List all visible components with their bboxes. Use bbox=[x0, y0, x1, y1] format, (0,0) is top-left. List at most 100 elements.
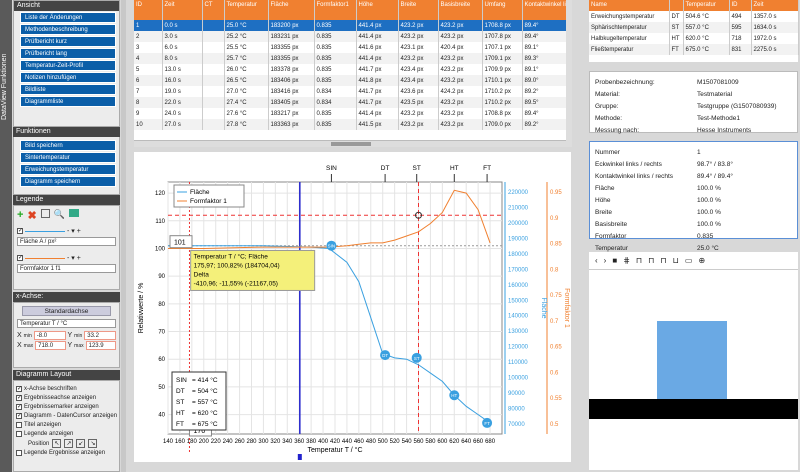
layout-check[interactable]: ✓ Diagramm - DatenCursor anzeigen bbox=[14, 411, 119, 420]
legend-select-2[interactable]: Formfaktor 1 f1 bbox=[17, 264, 116, 273]
column-header[interactable]: Zeit bbox=[751, 0, 799, 11]
ymin-input[interactable]: 33.2 bbox=[84, 331, 116, 340]
checkbox-icon[interactable] bbox=[16, 421, 22, 428]
layout-check[interactable]: Legende anzeigen bbox=[14, 429, 119, 438]
column-header[interactable]: Breite bbox=[398, 0, 439, 20]
check-icon[interactable]: ✓ bbox=[17, 255, 23, 261]
column-header[interactable]: Fläche bbox=[268, 0, 315, 20]
ansicht-button[interactable]: Prüfbericht kurz bbox=[20, 36, 116, 47]
table-row[interactable]: 3 6.0 s 25.5 °C 183355 px 0.835 441.6 px 423.1… bbox=[134, 42, 567, 53]
funktion-button[interactable]: Sintertemperatur bbox=[20, 152, 116, 163]
table-row[interactable]: 7 19.0 s 27.0 °C 183416 px 0.834 441.7 px 423.… bbox=[134, 86, 567, 97]
checkbox-icon[interactable]: ✓ bbox=[16, 412, 22, 419]
table-row[interactable]: 8 22.0 s 27.4 °C 183405 px 0.834 441.7 px 423.… bbox=[134, 97, 567, 108]
checkbox-icon[interactable]: ✓ bbox=[16, 394, 22, 401]
checkbox-icon[interactable]: ✓ bbox=[16, 385, 22, 392]
funktion-button[interactable]: Erweichungstemperatur bbox=[20, 164, 116, 175]
table-row[interactable]: Sphärischtemperatur ST 557.0 °C 595 1634.0 s bbox=[589, 22, 799, 33]
table-vscrollbar[interactable] bbox=[566, 0, 572, 147]
pos-nw-icon[interactable]: ↖ bbox=[52, 439, 62, 448]
chart-svg[interactable]: 140 160 180 200 220 240 260 280 300 320 340 360 380 4… bbox=[134, 152, 571, 462]
column-header[interactable] bbox=[669, 0, 684, 11]
table-hscrollbar[interactable] bbox=[134, 140, 567, 147]
prev-icon[interactable]: ‹ bbox=[595, 256, 598, 265]
column-header[interactable]: ID bbox=[134, 0, 163, 20]
layout-check[interactable]: ✓ Ergebnisseachse anzeigen bbox=[14, 393, 119, 402]
contour-icon[interactable]: ⊓ bbox=[636, 256, 642, 265]
zoom-icon[interactable]: 🔍 bbox=[54, 209, 65, 222]
scroll-thumb[interactable] bbox=[330, 142, 371, 146]
layout-check[interactable]: Titel anzeigen bbox=[14, 420, 119, 429]
zoom-icon[interactable]: ⊕ bbox=[698, 256, 705, 265]
y3-axis-label: Formfaktor 1 bbox=[563, 288, 570, 328]
xmax-input[interactable]: 718.0 bbox=[35, 341, 66, 350]
table-row[interactable]: Erweichungstemperatur DT 504.6 °C 494 1357.0… bbox=[589, 11, 799, 22]
pos-ne-icon[interactable]: ↗ bbox=[64, 439, 74, 448]
column-header[interactable]: Basisbreite bbox=[438, 0, 483, 20]
column-header[interactable]: ID bbox=[729, 0, 752, 11]
checkbox-icon[interactable]: ✓ bbox=[16, 403, 22, 410]
left-scrollbar[interactable] bbox=[121, 0, 126, 472]
column-header[interactable]: Temperatur bbox=[224, 0, 269, 20]
grid-icon[interactable]: ⋕ bbox=[623, 256, 630, 265]
table-cell: 0.0 s bbox=[162, 20, 203, 31]
table-row[interactable]: 2 3.0 s 25.2 °C 183231 px 0.835 441.4 px 423.2… bbox=[134, 31, 567, 42]
table-row[interactable]: Fließtemperatur FT 675.0 °C 831 2275.0 s bbox=[589, 44, 799, 55]
table-row[interactable]: 4 8.0 s 25.7 °C 183355 px 0.835 441.4 px 423.2… bbox=[134, 53, 567, 64]
fit-icon[interactable]: ▭ bbox=[685, 256, 693, 265]
legend-row-1[interactable]: ✓ - ▾ + bbox=[17, 227, 116, 235]
column-header[interactable]: Zeit bbox=[162, 0, 203, 20]
marker-summary-val: = 504 °C bbox=[192, 387, 218, 395]
ansicht-button[interactable]: Temperatur-Zeit-Profil bbox=[20, 60, 116, 71]
checkbox-icon[interactable] bbox=[16, 430, 22, 437]
ansicht-button[interactable]: Liste der Änderungen bbox=[20, 12, 116, 23]
layout-check[interactable]: ✓ Ergebnissemarker anzeigen bbox=[14, 402, 119, 411]
column-header[interactable]: Temperatur bbox=[683, 0, 730, 11]
legend-row-2[interactable]: ✓ - ▾ + bbox=[17, 254, 116, 262]
funktion-button[interactable]: Bild speichern bbox=[20, 140, 116, 151]
ansicht-button[interactable]: Prüfbericht lang bbox=[20, 48, 116, 59]
contour3-icon[interactable]: ⊓ bbox=[660, 256, 666, 265]
column-header[interactable]: Name bbox=[589, 0, 670, 11]
layout-check[interactable]: Legende Ergebnisse anzeigen bbox=[14, 448, 119, 457]
column-header[interactable]: Höhe bbox=[356, 0, 399, 20]
ymax-input[interactable]: 123.9 bbox=[85, 341, 116, 350]
table-cell: 420.4 px bbox=[438, 42, 483, 53]
baseline-icon[interactable]: ⊔ bbox=[673, 256, 679, 265]
ansicht-button[interactable]: Diagrammliste bbox=[20, 96, 116, 107]
column-header[interactable]: CT bbox=[202, 0, 225, 20]
table-row[interactable]: 9 24.0 s 27.6 °C 183217 px 0.835 441.4 px 423.… bbox=[134, 108, 567, 119]
check-icon[interactable]: ✓ bbox=[17, 228, 23, 234]
check-label: Diagramm - DatenCursor anzeigen bbox=[24, 412, 118, 419]
delete-icon[interactable]: ✖ bbox=[27, 209, 36, 222]
ansicht-button[interactable]: Notizen hinzufügen bbox=[20, 72, 116, 83]
chart-icon[interactable] bbox=[68, 209, 79, 217]
layout-check[interactable]: ✓ x-Achse beschriften bbox=[14, 384, 119, 393]
standard-axis-button[interactable]: Standardachse bbox=[22, 306, 111, 316]
column-header[interactable]: Umfang bbox=[482, 0, 523, 20]
table-row[interactable]: 10 27.0 s 27.8 °C 183363 px 0.835 441.5 px 423… bbox=[134, 119, 567, 130]
table-row[interactable]: 1 0.0 s 25.0 °C 183200 px 0.835 441.4 px 423.2… bbox=[134, 20, 567, 31]
side-tab[interactable]: DataView Funktionen bbox=[0, 0, 12, 472]
legend-select-1[interactable]: Fläche A / px² bbox=[17, 237, 116, 246]
table-row[interactable]: 5 13.0 s 26.0 °C 183378 px 0.835 441.7 px 423.… bbox=[134, 64, 567, 75]
column-header[interactable]: Formfaktor1 bbox=[314, 0, 357, 20]
pos-sw-icon[interactable]: ↙ bbox=[76, 439, 86, 448]
x-scroll-handle[interactable] bbox=[297, 454, 302, 460]
next-icon[interactable]: › bbox=[604, 256, 607, 265]
y-tick-label: 100 bbox=[155, 246, 166, 252]
ansicht-button[interactable]: Bildliste bbox=[20, 84, 116, 95]
frame-icon[interactable] bbox=[40, 209, 50, 218]
camera-icon[interactable]: ■ bbox=[612, 256, 617, 265]
column-header[interactable]: Kontaktwinkel links bbox=[522, 0, 567, 20]
add-icon[interactable]: + bbox=[17, 209, 23, 222]
pos-se-icon[interactable]: ↘ bbox=[88, 439, 98, 448]
ansicht-button[interactable]: Methodenbeschreibung bbox=[20, 24, 116, 35]
funktion-button[interactable]: Diagramm speichern bbox=[20, 176, 116, 187]
axis-select[interactable]: Temperatur T / °C bbox=[17, 319, 116, 328]
xmin-input[interactable]: -8.0 bbox=[33, 331, 66, 340]
table-row[interactable]: 6 16.0 s 26.5 °C 183406 px 0.835 441.8 px 423.… bbox=[134, 75, 567, 86]
contour2-icon[interactable]: ⊓ bbox=[648, 256, 654, 265]
table-row[interactable]: Halbkugeltemperatur HT 620.0 °C 718 1972.0 s bbox=[589, 33, 799, 44]
y-cursor-value: 101 bbox=[174, 240, 186, 247]
